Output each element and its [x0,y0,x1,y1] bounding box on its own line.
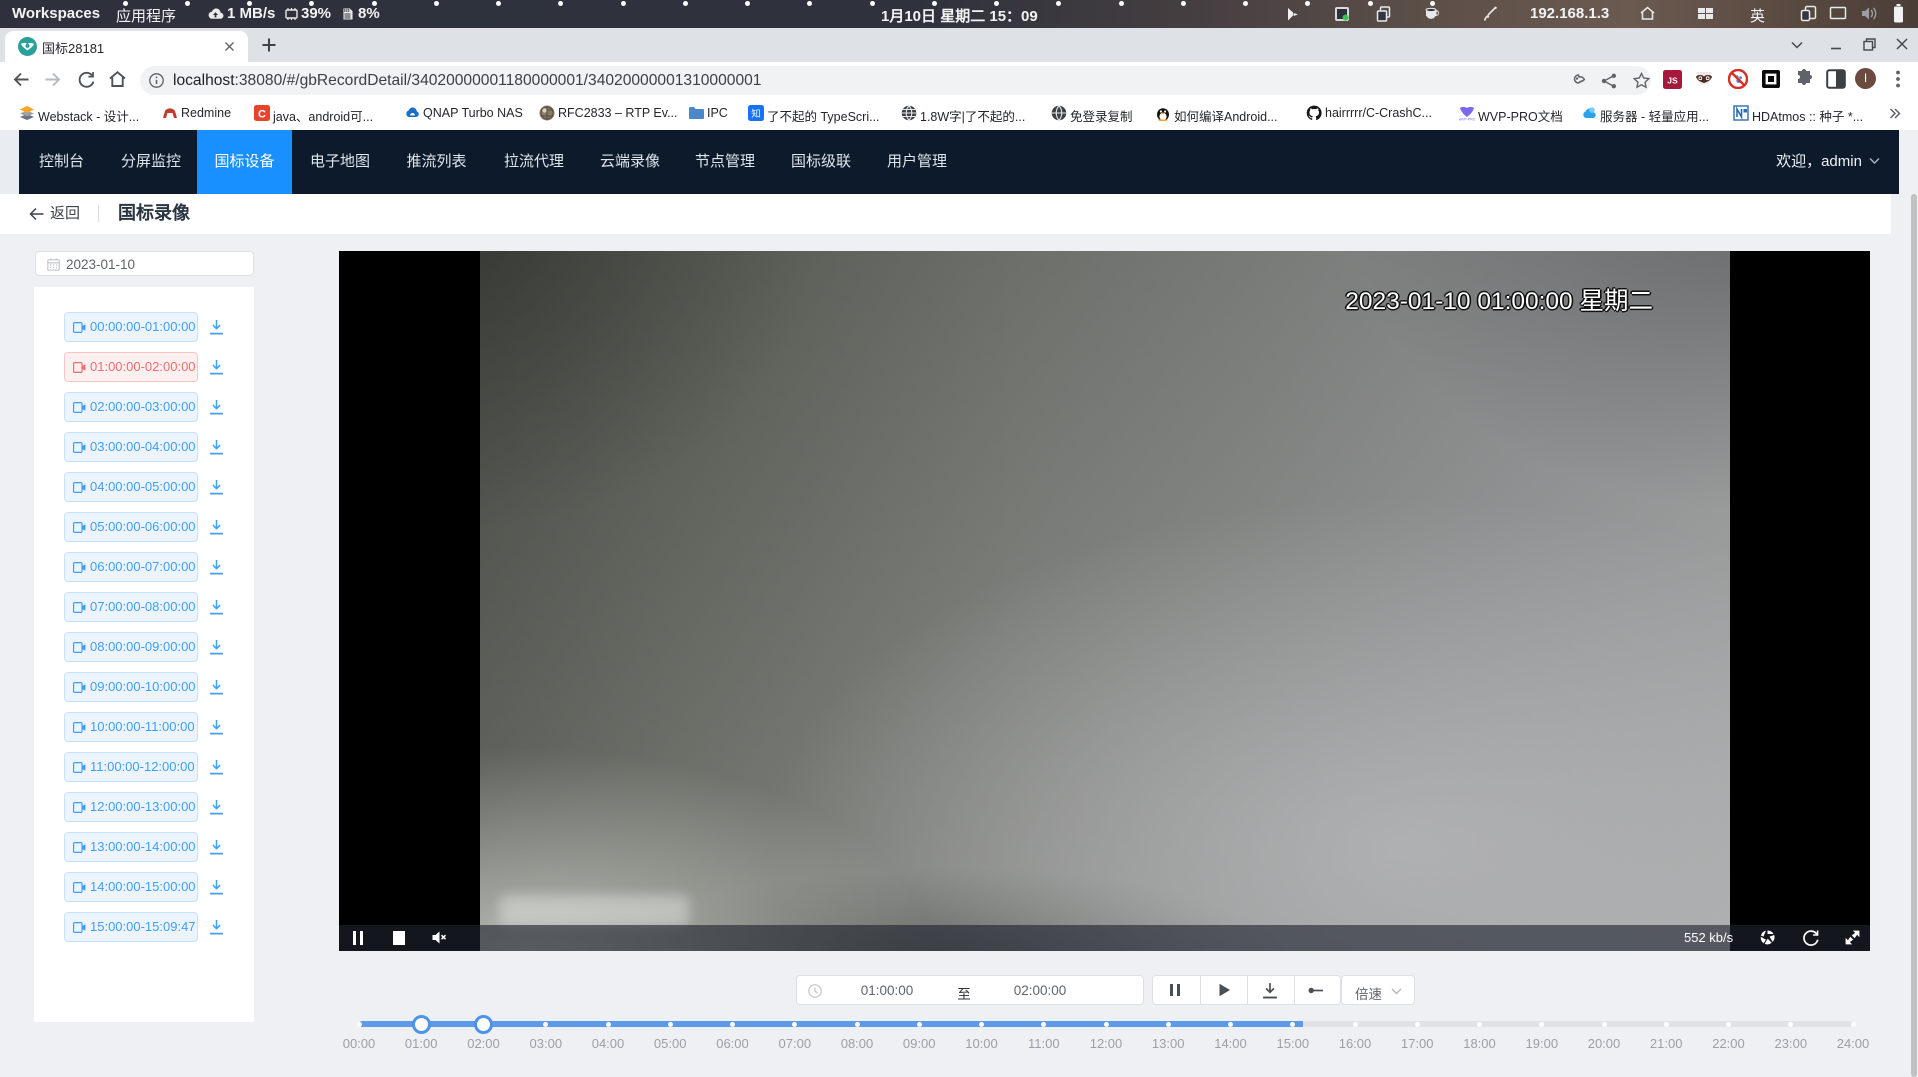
svg-text:C: C [258,109,266,121]
svg-text:JS: JS [1667,76,1678,86]
svg-text:WVP-PRO: WVP-PRO [1459,118,1475,122]
svg-text:知: 知 [751,108,761,120]
